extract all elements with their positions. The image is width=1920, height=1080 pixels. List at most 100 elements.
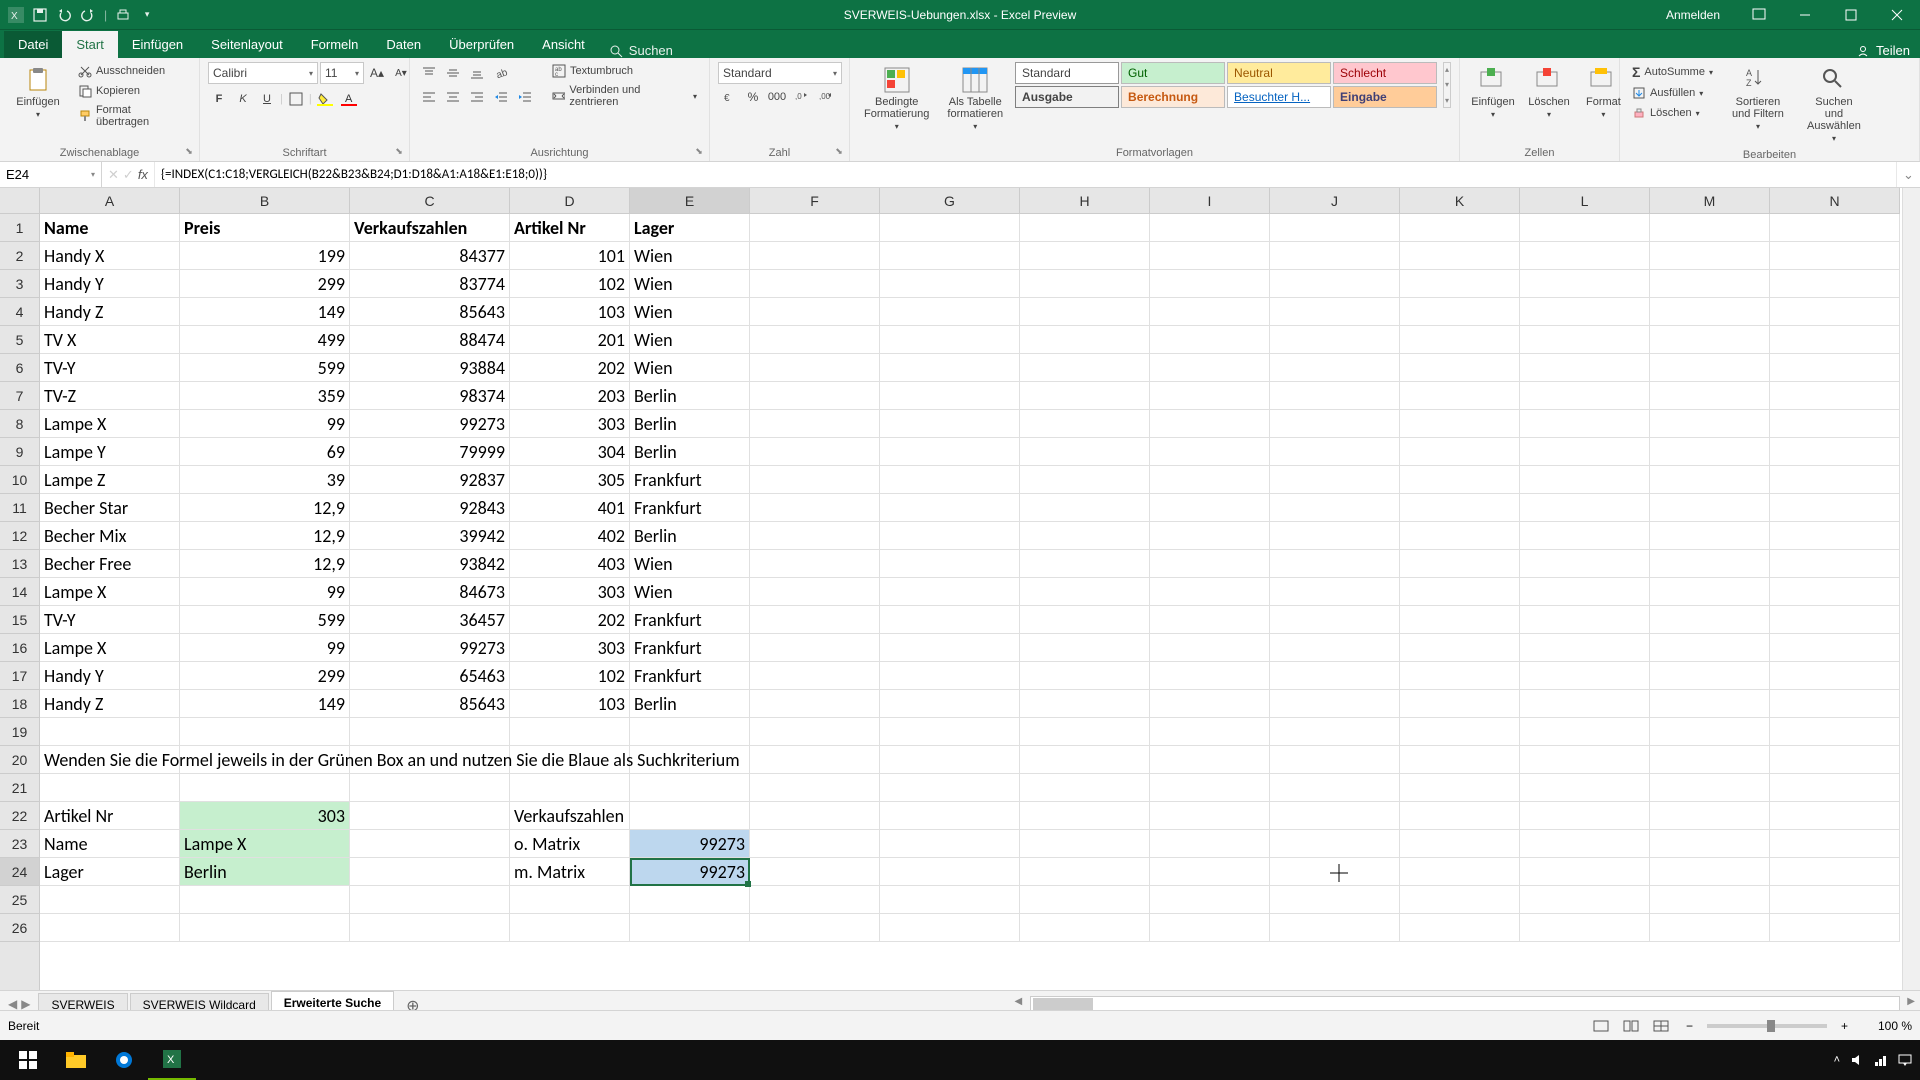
cell-G22[interactable] (880, 802, 1020, 830)
cancel-formula-icon[interactable]: ✕ (108, 167, 119, 183)
cell-H14[interactable] (1020, 578, 1150, 606)
cell-E12[interactable]: Berlin (630, 522, 750, 550)
cell-I11[interactable] (1150, 494, 1270, 522)
cell-F1[interactable] (750, 214, 880, 242)
cell-L26[interactable] (1520, 914, 1650, 942)
tab-data[interactable]: Daten (372, 31, 435, 58)
align-top-icon[interactable] (418, 62, 440, 84)
cell-K13[interactable] (1400, 550, 1520, 578)
row-header-18[interactable]: 18 (0, 690, 39, 718)
cell-L18[interactable] (1520, 690, 1650, 718)
cell-J26[interactable] (1270, 914, 1400, 942)
cell-E17[interactable]: Frankfurt (630, 662, 750, 690)
cell-D18[interactable]: 103 (510, 690, 630, 718)
cell-H19[interactable] (1020, 718, 1150, 746)
cell-A17[interactable]: Handy Y (40, 662, 180, 690)
cell-B19[interactable] (180, 718, 350, 746)
cell-E15[interactable]: Frankfurt (630, 606, 750, 634)
cell-J13[interactable] (1270, 550, 1400, 578)
cell-A2[interactable]: Handy X (40, 242, 180, 270)
col-header-J[interactable]: J (1270, 188, 1400, 213)
bold-icon[interactable]: F (208, 88, 230, 110)
insert-cells-button[interactable]: Einfügen▾ (1468, 62, 1518, 123)
zoom-slider[interactable] (1707, 1024, 1827, 1028)
browser-icon[interactable] (100, 1040, 148, 1080)
ribbon-display-icon[interactable] (1752, 8, 1766, 22)
fill-color-icon[interactable] (314, 88, 336, 110)
cell-E26[interactable] (630, 914, 750, 942)
cell-G9[interactable] (880, 438, 1020, 466)
share-button[interactable]: Teilen (1856, 43, 1910, 58)
cell-M5[interactable] (1650, 326, 1770, 354)
cell-L20[interactable] (1520, 746, 1650, 774)
sheet-nav-prev-icon[interactable]: ◀ (8, 997, 17, 1011)
vertical-scrollbar[interactable] (1902, 188, 1920, 990)
cell-E22[interactable] (630, 802, 750, 830)
normal-view-icon[interactable] (1590, 1015, 1612, 1037)
cell-H13[interactable] (1020, 550, 1150, 578)
cell-B6[interactable]: 599 (180, 354, 350, 382)
cut-button[interactable]: Ausschneiden (74, 62, 191, 80)
cell-I15[interactable] (1150, 606, 1270, 634)
cell-N19[interactable] (1770, 718, 1900, 746)
page-layout-view-icon[interactable] (1620, 1015, 1642, 1037)
row-header-16[interactable]: 16 (0, 634, 39, 662)
cell-N26[interactable] (1770, 914, 1900, 942)
row-header-22[interactable]: 22 (0, 802, 39, 830)
cell-L1[interactable] (1520, 214, 1650, 242)
underline-icon[interactable]: U (256, 88, 278, 110)
col-header-K[interactable]: K (1400, 188, 1520, 213)
cell-E5[interactable]: Wien (630, 326, 750, 354)
font-launcher-icon[interactable]: ⬊ (392, 144, 406, 158)
cell-G21[interactable] (880, 774, 1020, 802)
cell-D7[interactable]: 203 (510, 382, 630, 410)
cell-H4[interactable] (1020, 298, 1150, 326)
cell-B26[interactable] (180, 914, 350, 942)
cell-B16[interactable]: 99 (180, 634, 350, 662)
page-break-view-icon[interactable] (1650, 1015, 1672, 1037)
cell-M6[interactable] (1650, 354, 1770, 382)
delete-cells-button[interactable]: Löschen▾ (1524, 62, 1574, 123)
cell-style-eingabe[interactable]: Eingabe (1333, 86, 1437, 108)
cell-M11[interactable] (1650, 494, 1770, 522)
cell-I21[interactable] (1150, 774, 1270, 802)
cell-H9[interactable] (1020, 438, 1150, 466)
cell-D11[interactable]: 401 (510, 494, 630, 522)
tab-review[interactable]: Überprüfen (435, 31, 528, 58)
cell-D25[interactable] (510, 886, 630, 914)
cell-J12[interactable] (1270, 522, 1400, 550)
cell-N5[interactable] (1770, 326, 1900, 354)
spreadsheet-grid[interactable]: ABCDEFGHIJKLMN 1234567891011121314151617… (0, 188, 1920, 990)
cell-B13[interactable]: 12,9 (180, 550, 350, 578)
cell-L6[interactable] (1520, 354, 1650, 382)
cell-B2[interactable]: 199 (180, 242, 350, 270)
cell-M7[interactable] (1650, 382, 1770, 410)
cell-B21[interactable] (180, 774, 350, 802)
cell-J2[interactable] (1270, 242, 1400, 270)
volume-icon[interactable] (1850, 1053, 1864, 1067)
cell-J14[interactable] (1270, 578, 1400, 606)
cell-M9[interactable] (1650, 438, 1770, 466)
cell-G3[interactable] (880, 270, 1020, 298)
cell-K7[interactable] (1400, 382, 1520, 410)
cell-B10[interactable]: 39 (180, 466, 350, 494)
cell-M12[interactable] (1650, 522, 1770, 550)
autosum-button[interactable]: ΣAutoSumme▾ (1628, 62, 1717, 82)
cell-L25[interactable] (1520, 886, 1650, 914)
cell-D2[interactable]: 101 (510, 242, 630, 270)
cell-I25[interactable] (1150, 886, 1270, 914)
cell-N7[interactable] (1770, 382, 1900, 410)
cell-D4[interactable]: 103 (510, 298, 630, 326)
cell-L15[interactable] (1520, 606, 1650, 634)
font-color-icon[interactable]: A (338, 88, 360, 110)
start-button[interactable] (4, 1040, 52, 1080)
col-header-H[interactable]: H (1020, 188, 1150, 213)
cell-B14[interactable]: 99 (180, 578, 350, 606)
tab-home[interactable]: Start (62, 31, 117, 58)
cell-J18[interactable] (1270, 690, 1400, 718)
cell-E19[interactable] (630, 718, 750, 746)
cell-F4[interactable] (750, 298, 880, 326)
cell-H2[interactable] (1020, 242, 1150, 270)
fill-button[interactable]: Ausfüllen▾ (1628, 84, 1717, 102)
merge-center-button[interactable]: Verbinden und zentrieren▾ (548, 82, 701, 110)
